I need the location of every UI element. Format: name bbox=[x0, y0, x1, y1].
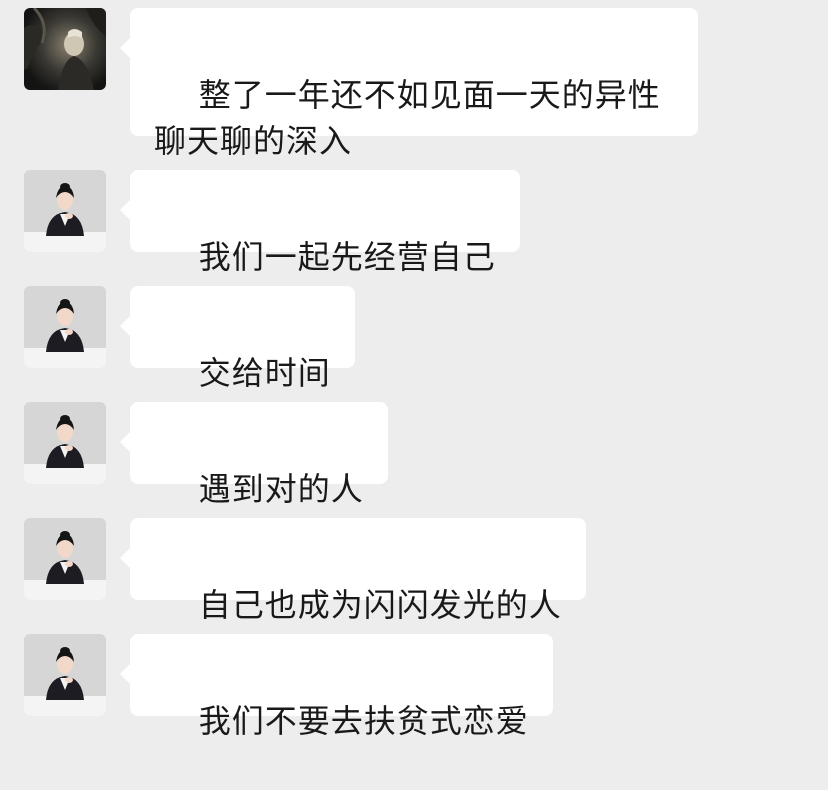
avatar-woman-portrait[interactable] bbox=[24, 634, 106, 716]
woman-portrait-icon bbox=[24, 286, 106, 368]
avatar-woman-portrait[interactable] bbox=[24, 286, 106, 368]
message-row: 我们一起先经营自己 bbox=[0, 170, 828, 276]
message-row: 遇到对的人 bbox=[0, 402, 828, 508]
message-text: 自己也成为闪闪发光的人 bbox=[198, 586, 562, 624]
message-bubble[interactable]: 自己也成为闪闪发光的人 bbox=[120, 518, 586, 624]
message-bubble[interactable]: 遇到对的人 bbox=[120, 402, 388, 508]
avatar-woman-portrait[interactable] bbox=[24, 170, 106, 252]
message-text: 交给时间 bbox=[198, 354, 331, 392]
woman-portrait-icon bbox=[24, 518, 106, 600]
woman-portrait-icon bbox=[24, 170, 106, 252]
message-row: 交给时间 bbox=[0, 286, 828, 392]
woman-portrait-icon bbox=[24, 634, 106, 716]
avatar-dark-portrait[interactable] bbox=[24, 8, 106, 90]
message-text: 整了一年还不如见面一天的异性聊天聊的深入 bbox=[154, 76, 661, 160]
avatar-woman-portrait[interactable] bbox=[24, 402, 106, 484]
message-text: 我们不要去扶贫式恋爱 bbox=[198, 702, 529, 740]
message-bubble[interactable]: 交给时间 bbox=[120, 286, 355, 392]
message-text: 遇到对的人 bbox=[198, 470, 364, 508]
dark-portrait-icon bbox=[24, 8, 106, 90]
message-bubble[interactable]: 整了一年还不如见面一天的异性聊天聊的深入 bbox=[120, 8, 698, 160]
message-bubble[interactable]: 我们一起先经营自己 bbox=[120, 170, 520, 276]
message-row: 我们不要去扶贫式恋爱 bbox=[0, 634, 828, 740]
message-bubble[interactable]: 我们不要去扶贫式恋爱 bbox=[120, 634, 553, 740]
message-row: 自己也成为闪闪发光的人 bbox=[0, 518, 828, 624]
message-row: 整了一年还不如见面一天的异性聊天聊的深入 bbox=[0, 8, 828, 160]
woman-portrait-icon bbox=[24, 402, 106, 484]
message-text: 我们一起先经营自己 bbox=[198, 238, 496, 276]
avatar-woman-portrait[interactable] bbox=[24, 518, 106, 600]
